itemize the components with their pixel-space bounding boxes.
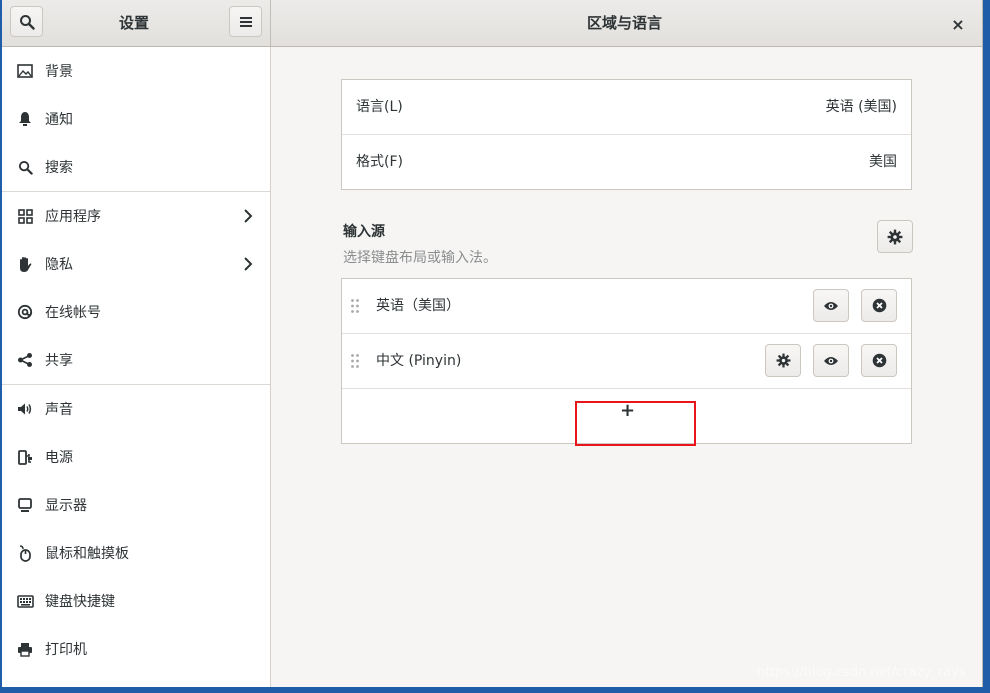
image-icon xyxy=(16,62,34,80)
input-source-row[interactable]: 中文 (Pinyin) xyxy=(342,334,911,389)
format-row[interactable]: 格式(F) 美国 xyxy=(342,135,911,190)
view-layout-button[interactable] xyxy=(813,344,849,377)
region-settings-list: 语言(L) 英语 (美国) 格式(F) 美国 xyxy=(341,79,912,190)
sidebar-item-sharing[interactable]: 共享 xyxy=(2,336,270,384)
panel-title: 区域与语言 xyxy=(587,14,663,32)
sidebar-item-label: 显示器 xyxy=(45,498,87,514)
close-icon: × xyxy=(951,14,965,34)
header-bar: 设置 区域与语言 × xyxy=(2,0,982,47)
sidebar-item-search[interactable]: 搜索 xyxy=(2,143,270,191)
highlight-annotation xyxy=(575,401,696,446)
sidebar-title: 设置 xyxy=(119,14,150,32)
eye-icon xyxy=(824,356,838,365)
sidebar-item-notifications[interactable]: 通知 xyxy=(2,95,270,143)
share-icon xyxy=(16,351,34,369)
input-source-label: 中文 (Pinyin) xyxy=(376,353,462,369)
header-divider xyxy=(270,0,271,46)
drag-handle-icon[interactable] xyxy=(350,353,360,369)
printer-icon xyxy=(16,640,34,658)
language-value: 英语 (美国) xyxy=(825,99,897,115)
remove-circle-icon xyxy=(872,353,886,368)
sidebar-item-applications[interactable]: 应用程序 xyxy=(2,192,270,240)
sidebar-item-mouse-touchpad[interactable]: 鼠标和触摸板 xyxy=(2,529,270,577)
remove-input-source-button[interactable] xyxy=(861,344,897,377)
sidebar-item-online-accounts[interactable]: 在线帐号 xyxy=(2,288,270,336)
sidebar-item-power[interactable]: 电源 xyxy=(2,433,270,481)
format-value: 美国 xyxy=(869,154,897,170)
mouse-icon xyxy=(16,544,34,562)
gear-icon xyxy=(776,353,790,368)
sidebar-item-label: 电源 xyxy=(45,450,73,466)
hand-icon xyxy=(16,255,34,273)
sidebar-item-privacy[interactable]: 隐私 xyxy=(2,240,270,288)
input-sources-subtitle: 选择键盘布局或输入法。 xyxy=(343,250,497,266)
hamburger-menu-icon xyxy=(239,16,252,27)
search-icon xyxy=(16,158,34,176)
language-label: 语言(L) xyxy=(356,99,403,115)
input-source-settings-button[interactable] xyxy=(765,344,801,377)
search-button[interactable] xyxy=(10,6,43,37)
watermark-text: https://blog.csdn.net/crazy_rays xyxy=(757,665,966,680)
format-label: 格式(F) xyxy=(356,154,403,170)
input-source-label: 英语（美国） xyxy=(376,298,460,314)
chevron-right-icon xyxy=(244,257,253,271)
sidebar-item-label: 背景 xyxy=(45,64,73,80)
sidebar-item-background[interactable]: 背景 xyxy=(2,47,270,95)
sidebar-item-printers[interactable]: 打印机 xyxy=(2,625,270,673)
language-row[interactable]: 语言(L) 英语 (美国) xyxy=(342,80,911,135)
chevron-right-icon xyxy=(244,209,253,223)
remove-circle-icon xyxy=(872,298,886,313)
add-input-source-row[interactable]: + xyxy=(342,389,911,446)
monitor-icon xyxy=(16,496,34,514)
sidebar-item-displays[interactable]: 显示器 xyxy=(2,481,270,529)
at-sign-icon xyxy=(16,303,34,321)
remove-input-source-button[interactable] xyxy=(861,289,897,322)
sidebar-item-label: 在线帐号 xyxy=(45,305,101,321)
keyboard-icon xyxy=(16,592,34,610)
sidebar-item-label: 隐私 xyxy=(45,257,73,273)
sidebar-item-label: 共享 xyxy=(45,353,73,369)
menu-button[interactable] xyxy=(229,6,262,37)
sidebar-item-label: 键盘快捷键 xyxy=(45,594,115,610)
sidebar-item-keyboard-shortcuts[interactable]: 键盘快捷键 xyxy=(2,577,270,625)
eye-icon xyxy=(824,301,838,310)
region-language-panel: 语言(L) 英语 (美国) 格式(F) 美国 输入源 选择键盘布局或输入法。 英… xyxy=(271,47,982,687)
gear-icon xyxy=(887,229,903,244)
sidebar-item-label: 搜索 xyxy=(45,160,73,176)
input-source-row[interactable]: 英语（美国） xyxy=(342,279,911,334)
power-plug-icon xyxy=(16,448,34,466)
settings-window: 设置 区域与语言 × 背景 通知 搜索 应用程序 隐私 在线帐号 共享 声音 电… xyxy=(2,0,983,687)
bell-icon xyxy=(16,110,34,128)
close-button[interactable]: × xyxy=(947,13,969,35)
speaker-icon xyxy=(16,400,34,418)
input-sources-list: 英语（美国） 中文 (Pinyin) + xyxy=(341,278,912,446)
input-sources-options-button[interactable] xyxy=(877,220,913,253)
view-layout-button[interactable] xyxy=(813,289,849,322)
input-sources-title: 输入源 xyxy=(343,224,385,240)
drag-handle-icon[interactable] xyxy=(350,298,360,314)
sidebar-item-label: 声音 xyxy=(45,402,73,418)
sidebar: 背景 通知 搜索 应用程序 隐私 在线帐号 共享 声音 电源 显示器 鼠标和触摸… xyxy=(2,47,271,687)
search-icon xyxy=(19,14,35,30)
sidebar-item-label: 通知 xyxy=(45,112,73,128)
apps-grid-icon xyxy=(16,207,34,225)
sidebar-item-label: 应用程序 xyxy=(45,209,101,225)
sidebar-item-sound[interactable]: 声音 xyxy=(2,385,270,433)
sidebar-item-label: 鼠标和触摸板 xyxy=(45,546,129,562)
sidebar-item-label: 打印机 xyxy=(45,642,87,658)
